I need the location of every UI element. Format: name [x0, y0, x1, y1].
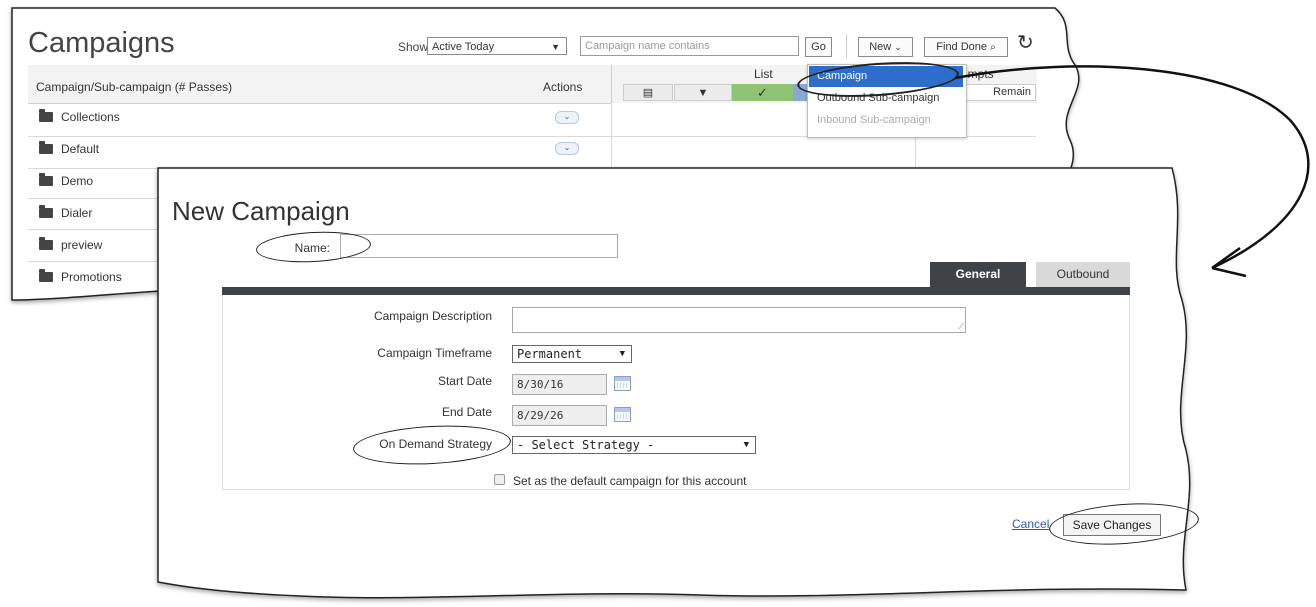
callout-arrow: [954, 65, 1310, 278]
callout-arrow-path: [954, 65, 1310, 270]
